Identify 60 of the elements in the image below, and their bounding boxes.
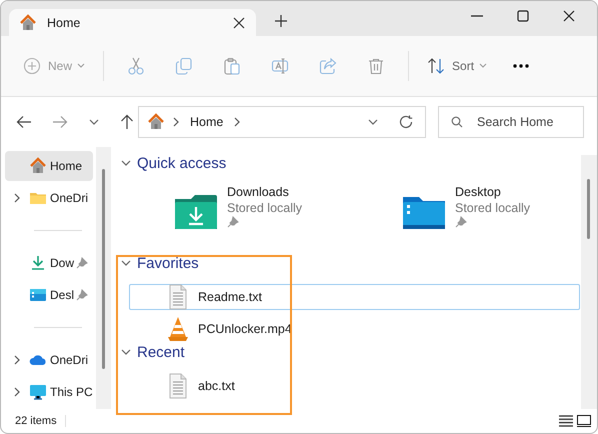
- home-icon: [29, 157, 47, 175]
- section-title[interactable]: Recent: [137, 344, 185, 360]
- home-icon: [147, 113, 165, 131]
- breadcrumb[interactable]: Home: [187, 115, 226, 129]
- file-row[interactable]: Readme.txt: [129, 284, 580, 310]
- folder-name[interactable]: Downloads: [227, 185, 302, 199]
- sidebar-item[interactable]: Desl: [5, 280, 93, 310]
- home-icon: [19, 14, 37, 32]
- maximize-icon[interactable]: [517, 10, 529, 22]
- tab[interactable]: Home: [9, 9, 256, 36]
- scissors-icon: [127, 57, 146, 75]
- chevron-right-icon[interactable]: [12, 386, 22, 398]
- close-icon[interactable]: [563, 10, 575, 22]
- traffic-cone-icon: [167, 316, 189, 342]
- chevron-right-icon: [171, 116, 181, 128]
- trash-icon: [367, 57, 386, 75]
- details-view-icon[interactable]: [559, 415, 573, 427]
- up-arrow-icon[interactable]: [120, 114, 134, 130]
- back-arrow-icon[interactable]: [16, 115, 32, 129]
- sidebar-item[interactable]: This PC: [5, 377, 93, 407]
- rename-icon: [271, 57, 290, 75]
- item-count: 22 items: [15, 415, 66, 427]
- plus-icon[interactable]: [275, 15, 287, 27]
- caret-icon: [479, 63, 488, 69]
- desktop-icon: [29, 286, 47, 304]
- folder-name[interactable]: Desktop: [455, 185, 530, 199]
- chevron-right-icon: [232, 116, 242, 128]
- forward-arrow-icon[interactable]: [52, 115, 68, 129]
- scrollbar[interactable]: [96, 147, 111, 409]
- chevron-right-icon[interactable]: [12, 192, 22, 204]
- monitor-icon: [29, 383, 47, 401]
- sidebar-item[interactable]: OneDri: [5, 183, 93, 213]
- section-title[interactable]: Quick access: [137, 154, 226, 172]
- copy-icon: [175, 57, 194, 75]
- share-icon: [319, 57, 338, 75]
- chevron-right-icon[interactable]: [12, 354, 22, 366]
- file-row[interactable]: abc.txt: [129, 373, 580, 399]
- sort-button[interactable]: Sort: [421, 48, 494, 84]
- download-icon: [29, 254, 47, 272]
- section-title[interactable]: Favorites: [137, 254, 199, 272]
- clipboard-icon: [223, 57, 242, 75]
- folder-status: Stored locally: [455, 201, 530, 215]
- text-file-icon: [167, 373, 189, 399]
- refresh-icon[interactable]: [399, 115, 413, 129]
- plus-circle-icon: [23, 57, 41, 75]
- sort-arrows-icon: [427, 57, 446, 75]
- text-file-icon: [167, 284, 189, 310]
- file-row[interactable]: PCUnlocker.mp4: [129, 316, 580, 342]
- address-bar[interactable]: Home: [138, 106, 426, 138]
- sidebar-item[interactable]: Dow: [5, 248, 93, 278]
- caret-icon: [77, 63, 86, 69]
- sidebar-item[interactable]: OneDri: [5, 345, 93, 375]
- tiles-view-icon[interactable]: [577, 415, 591, 427]
- close-icon[interactable]: [233, 16, 245, 28]
- search-field[interactable]: Search Home: [438, 106, 584, 138]
- scrollbar[interactable]: [581, 155, 597, 409]
- sidebar-item[interactable]: Home: [5, 151, 93, 181]
- more-icon: [513, 64, 530, 68]
- search-icon: [451, 116, 463, 128]
- folder-status: Stored locally: [227, 201, 302, 215]
